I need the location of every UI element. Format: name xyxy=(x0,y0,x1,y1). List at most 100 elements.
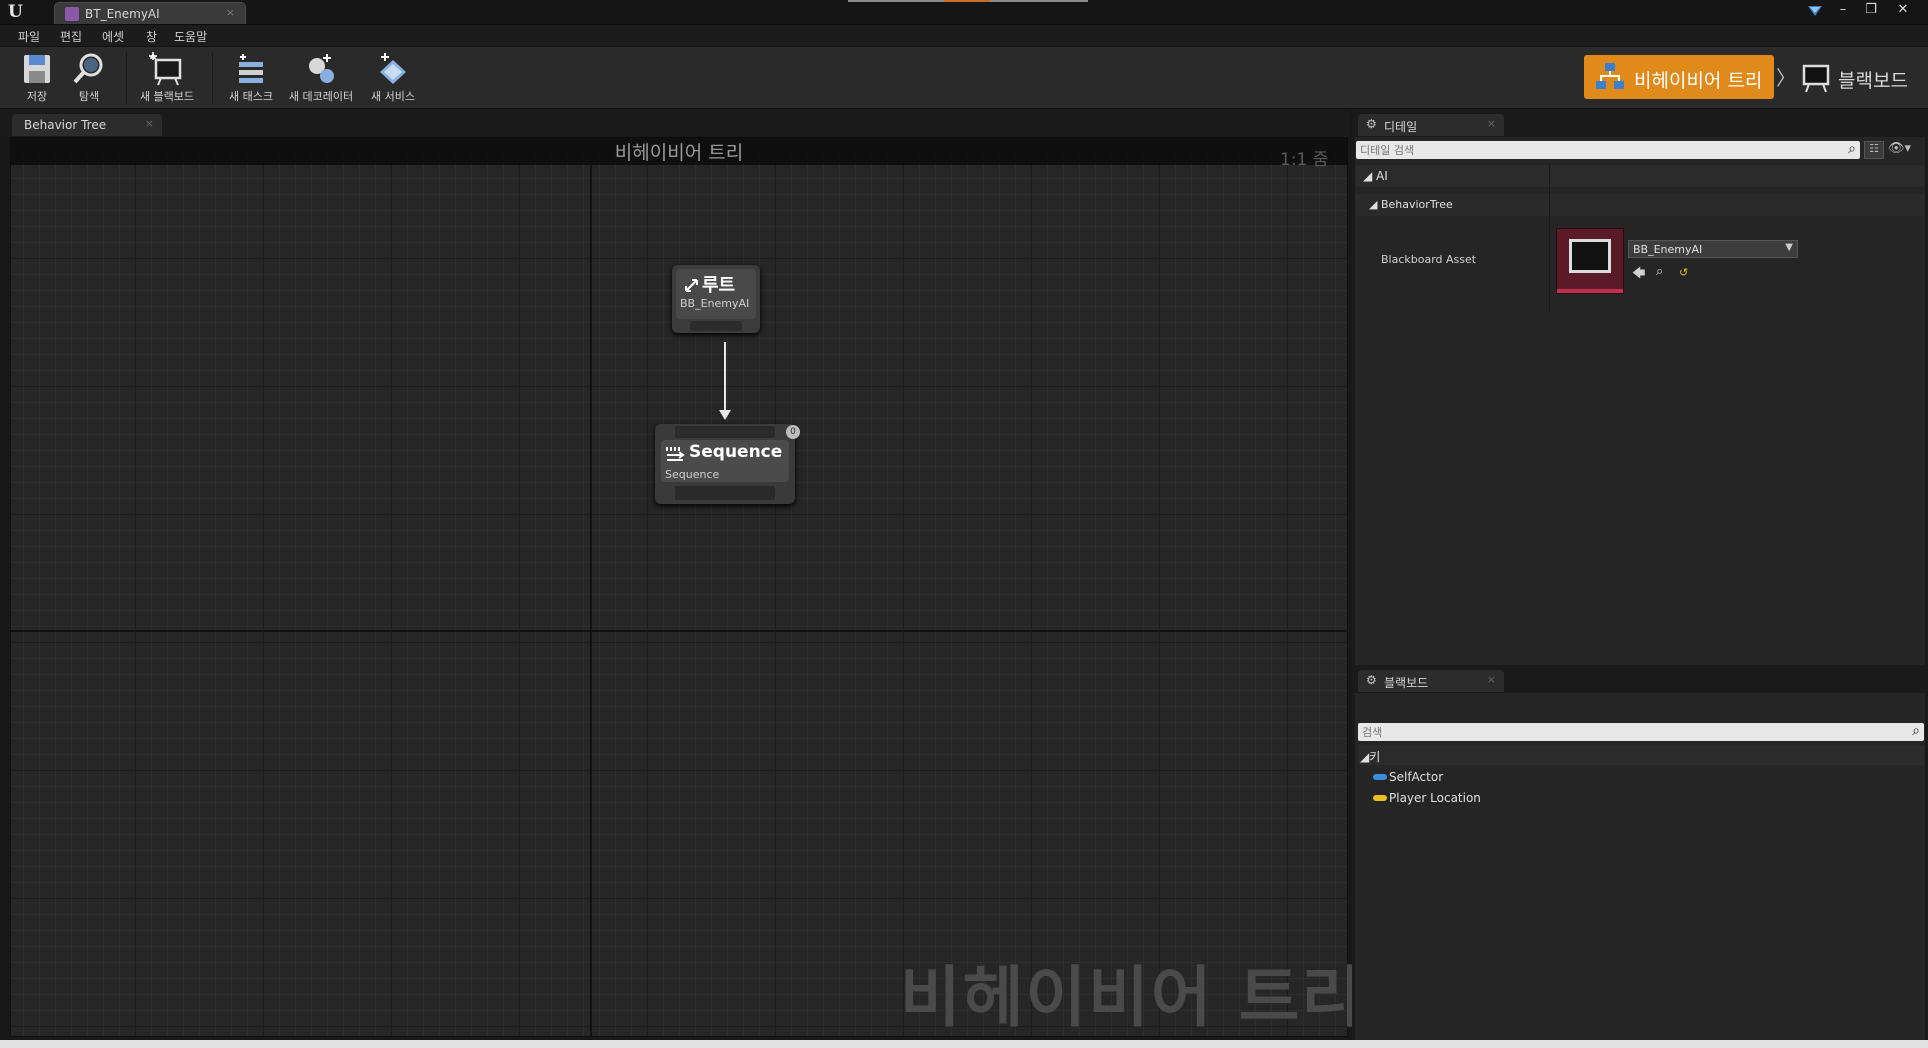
blackboard-mode-button[interactable]: 블랙보드 xyxy=(1796,56,1924,98)
blackboard-key-selfactor[interactable]: SelfActor xyxy=(1355,768,1925,788)
menu-edit[interactable]: 편집 xyxy=(60,28,82,45)
vector-key-type-icon xyxy=(1373,795,1387,801)
category-behaviortree-label: ◢ BehaviorTree xyxy=(1369,198,1453,211)
browse-label: 탐색 xyxy=(78,90,100,103)
menu-asset[interactable]: 에셋 xyxy=(102,28,124,45)
close-graph-tab-icon[interactable]: × xyxy=(145,117,154,130)
sequence-icon xyxy=(665,445,687,466)
blackboard-search-input[interactable]: ⌕ xyxy=(1358,723,1924,741)
browse-asset-icon[interactable]: ⌕ xyxy=(1656,264,1663,279)
close-details-tab-icon[interactable]: × xyxy=(1487,117,1496,130)
behavior-tree-graph-tab[interactable]: Behavior Tree × xyxy=(12,114,162,136)
menu-help[interactable]: 도움말 xyxy=(174,28,207,45)
menu-window[interactable]: 창 xyxy=(146,28,157,45)
sequence-node-subtitle: Sequence xyxy=(665,468,720,481)
save-icon xyxy=(19,52,55,86)
search-icon: ⌕ xyxy=(1848,141,1856,157)
new-blackboard-button[interactable]: 새 블랙보드 xyxy=(134,50,200,108)
connection-arrow xyxy=(719,410,731,420)
new-service-label: 새 서비스 xyxy=(371,90,415,103)
feedback-icon[interactable] xyxy=(1806,2,1824,20)
property-column-divider[interactable] xyxy=(1549,163,1550,311)
sequence-node-title: Sequence xyxy=(689,442,783,462)
new-task-label: 새 태스크 xyxy=(229,90,273,103)
title-bar xyxy=(0,0,1928,25)
new-decorator-button[interactable]: 새 데코레이터 xyxy=(288,50,354,108)
graph-watermark: 비헤이비어 트리 xyxy=(900,959,1365,1036)
sequence-node[interactable]: Sequence Sequence xyxy=(655,424,795,504)
close-tab-icon[interactable]: × xyxy=(226,6,235,19)
new-blackboard-label: 새 블랙보드 xyxy=(139,90,195,103)
graph-tab-bar xyxy=(0,110,1350,136)
new-blackboard-icon xyxy=(149,52,185,86)
connection-wire xyxy=(724,342,726,414)
unreal-logo-icon[interactable]: U xyxy=(8,2,30,22)
object-key-type-icon xyxy=(1373,774,1387,780)
visibility-eye-icon[interactable]: 👁▾ xyxy=(1888,141,1920,159)
sequence-input-pin[interactable] xyxy=(675,426,775,438)
restore-button[interactable]: ❐ xyxy=(1860,2,1882,20)
new-service-button[interactable]: 새 서비스 xyxy=(360,50,426,108)
category-ai[interactable]: ◢ AI xyxy=(1355,165,1925,187)
details-search-input[interactable]: ⌕ xyxy=(1356,141,1860,159)
category-keys[interactable]: ◢키 xyxy=(1358,745,1924,765)
blackboard-search-field[interactable] xyxy=(1362,724,1898,740)
view-options-icon[interactable]: ☷ xyxy=(1864,141,1884,159)
toolbar-separator xyxy=(212,52,213,104)
menu-file[interactable]: 파일 xyxy=(18,28,40,45)
key-name: Player Location xyxy=(1389,791,1481,805)
category-keys-text: 키 xyxy=(1369,750,1381,764)
use-selected-arrow-icon[interactable]: 🡄 xyxy=(1632,264,1645,286)
blackboard-icon xyxy=(1800,62,1832,94)
blackboard-key-player-location[interactable]: Player Location xyxy=(1355,789,1925,809)
graph-title: 비헤이비어 트리 xyxy=(614,142,744,164)
blackboard-asset-thumbnail[interactable] xyxy=(1556,228,1624,294)
document-tab[interactable]: BT_EnemyAI × xyxy=(54,2,246,24)
blackboard-panel-icon: ⚙ xyxy=(1366,673,1377,687)
browse-button[interactable]: 탐색 xyxy=(56,50,122,108)
blackboard-tab[interactable]: ⚙ 블랙보드 × xyxy=(1358,670,1504,692)
execution-order-badge: 0 xyxy=(786,425,800,439)
details-icon: ⚙ xyxy=(1366,117,1377,131)
asset-type-color-bar xyxy=(1557,289,1623,293)
root-output-pin[interactable] xyxy=(690,321,742,331)
blackboard-mode-label: 블랙보드 xyxy=(1838,70,1908,92)
behavior-tree-asset-icon xyxy=(65,7,79,21)
behavior-tree-icon xyxy=(1594,61,1626,93)
category-ai-label: ◢ AI xyxy=(1363,169,1388,183)
new-decorator-icon xyxy=(303,52,339,86)
graph-origin-line-vertical xyxy=(590,165,592,1037)
root-node[interactable]: 루트 BB_EnemyAI xyxy=(672,265,760,333)
category-behaviortree-text: BehaviorTree xyxy=(1380,198,1453,211)
blackboard-thumbnail-icon xyxy=(1569,239,1611,273)
details-tab-label: 디테일 xyxy=(1384,120,1418,134)
graph-origin-line-horizontal xyxy=(10,630,1348,632)
toolbar-separator xyxy=(126,52,127,104)
blackboard-asset-dropdown[interactable]: BB_EnemyAI ▼ xyxy=(1628,240,1798,258)
details-search-field[interactable] xyxy=(1360,142,1834,158)
category-behaviortree[interactable]: ◢ BehaviorTree xyxy=(1355,194,1925,216)
details-panel xyxy=(1355,137,1925,665)
blackboard-asset-label: Blackboard Asset xyxy=(1381,253,1477,266)
behavior-tree-mode-button[interactable]: 비헤이비어 트리 xyxy=(1584,55,1774,99)
sequence-output-pin[interactable] xyxy=(675,486,775,500)
root-node-title: 루트 xyxy=(684,271,735,297)
root-node-subtitle: BB_EnemyAI xyxy=(680,297,750,310)
new-service-icon xyxy=(375,52,411,86)
root-icon xyxy=(685,279,698,292)
root-node-title-text: 루트 xyxy=(702,275,736,296)
minimize-button[interactable]: – xyxy=(1832,2,1854,20)
document-tab-label: BT_EnemyAI xyxy=(85,7,160,21)
key-name: SelfActor xyxy=(1389,770,1444,784)
details-tab[interactable]: ⚙ 디테일 × xyxy=(1358,114,1504,136)
chevron-down-icon: ▼ xyxy=(1785,242,1793,253)
new-task-icon xyxy=(233,52,269,86)
close-blackboard-tab-icon[interactable]: × xyxy=(1487,673,1496,686)
new-task-button[interactable]: 새 태스크 xyxy=(218,50,284,108)
reset-to-default-icon[interactable]: ↺ xyxy=(1679,266,1688,279)
category-keys-label: ◢키 xyxy=(1360,750,1381,764)
chevron-right-icon: 〉 xyxy=(1776,66,1796,90)
new-decorator-label: 새 데코레이터 xyxy=(288,90,354,103)
close-window-button[interactable]: ✕ xyxy=(1892,2,1914,20)
window-drag-indicator-accent xyxy=(944,0,990,2)
